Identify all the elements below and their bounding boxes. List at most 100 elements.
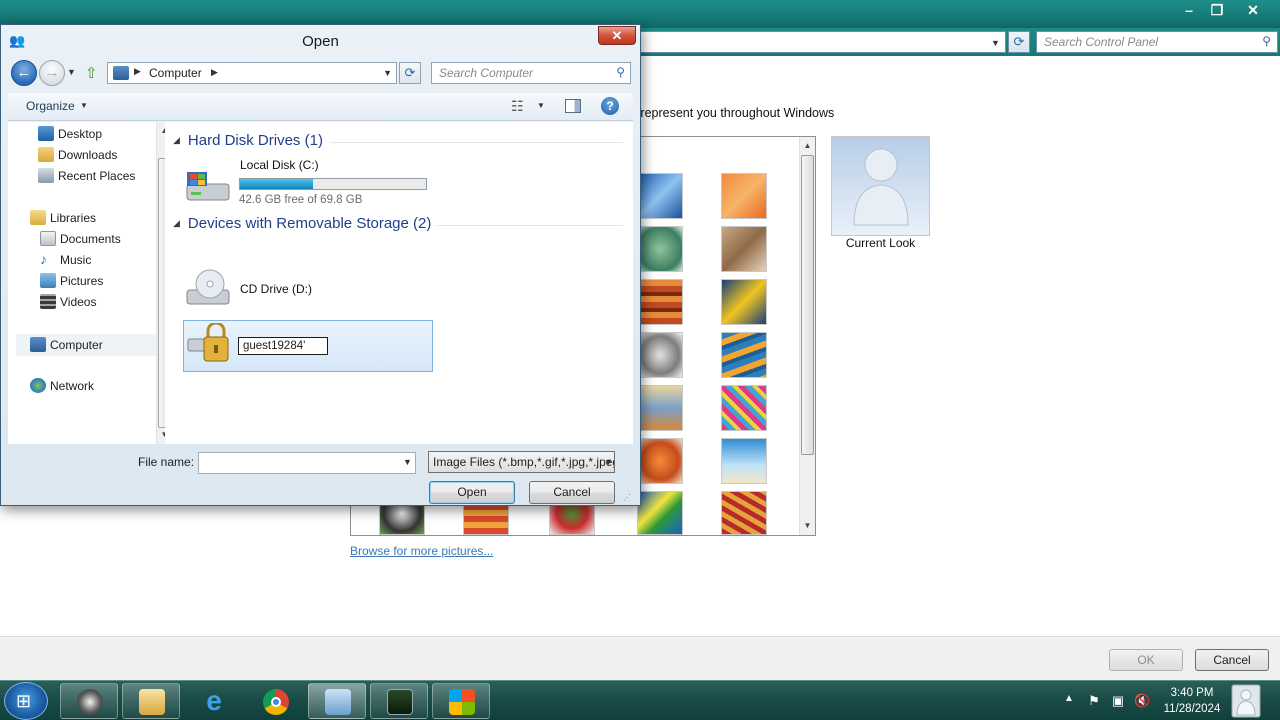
chevron-down-icon[interactable]: ▼ <box>80 101 88 110</box>
chevron-down-icon[interactable]: ▼ <box>537 101 545 110</box>
control-panel-address-box[interactable]: ▼ <box>636 31 1006 53</box>
user-avatar-icon <box>1231 684 1261 718</box>
clock-date: 11/28/2024 <box>1163 703 1221 715</box>
usb-drive-item[interactable]: guest19284' <box>183 320 433 372</box>
control-panel-search-input[interactable]: Search Control Panel ⚲ <box>1036 31 1278 53</box>
recent-locations-chevron-icon[interactable]: ▼ <box>67 67 76 77</box>
picture-thumbnail[interactable] <box>721 385 767 431</box>
dialog-navigation-bar: ← → ▼ ⇧ ▶ Computer ▶ ▼ ⟳ Search Computer… <box>9 59 633 87</box>
taskbar-app-windows[interactable] <box>432 683 490 719</box>
gallery-scrollbar-thumb[interactable] <box>801 155 814 455</box>
cancel-button[interactable]: Cancel <box>1195 649 1269 671</box>
dialog-titlebar[interactable]: 👥 Open ✕ <box>1 25 640 55</box>
search-computer-input[interactable]: Search Computer ⚲ <box>431 62 631 84</box>
picture-thumbnail[interactable] <box>721 438 767 484</box>
maximize-button[interactable]: ❐ <box>1202 0 1232 20</box>
up-folder-icon[interactable]: ⇧ <box>85 64 103 82</box>
change-view-icon[interactable]: ☷ <box>511 98 524 115</box>
search-icon[interactable]: ⚲ <box>616 65 625 79</box>
disk-usage-fill <box>240 179 313 189</box>
file-type-select[interactable]: Image Files (*.bmp,*.gif,*.jpg,*.jpeg,*.… <box>428 451 615 473</box>
picture-thumbnail[interactable] <box>637 438 683 484</box>
collapse-arrow-icon[interactable]: ◢ <box>173 135 180 145</box>
minimize-button[interactable]: – <box>1174 0 1204 20</box>
picture-thumbnail[interactable] <box>721 279 767 325</box>
picture-thumbnail[interactable] <box>637 279 683 325</box>
collapse-arrow-icon[interactable]: ◢ <box>173 218 180 228</box>
action-center-flag-icon[interactable]: ⚑ <box>1086 693 1102 709</box>
show-hidden-icons-icon[interactable]: ▲ <box>1064 693 1074 704</box>
start-button[interactable]: ⊞ <box>4 682 48 720</box>
forward-button[interactable]: → <box>39 60 65 86</box>
cd-drive-item[interactable]: CD Drive (D:) <box>183 268 433 314</box>
breadcrumb-arrow-icon[interactable]: ▶ <box>134 66 141 77</box>
taskbar-clock[interactable]: 3:40 PM 11/28/2024 <box>1156 685 1228 717</box>
nav-item-label: Desktop <box>58 127 103 141</box>
picture-thumbnail[interactable] <box>637 491 683 535</box>
group-header-removable-storage[interactable]: ◢ Devices with Removable Storage (2) <box>173 215 431 232</box>
taskbar-app-control-panel[interactable] <box>308 683 366 719</box>
picture-thumbnail[interactable] <box>721 332 767 378</box>
refresh-icon[interactable]: ⟳ <box>1008 31 1030 53</box>
picture-thumbnail[interactable] <box>637 226 683 272</box>
group-header-label: Hard Disk Drives (1) <box>187 132 323 149</box>
file-name-history-chevron-icon[interactable]: ▼ <box>403 457 412 467</box>
gallery-scrollbar[interactable]: ▲ ▼ <box>799 137 815 535</box>
network-tray-icon[interactable]: ▣ <box>1110 693 1126 709</box>
taskbar-app-raccoon[interactable] <box>60 683 118 719</box>
picture-description-text: d represent you throughout Windows <box>630 106 835 120</box>
help-icon[interactable]: ? <box>601 97 619 115</box>
browse-more-pictures-link[interactable]: Browse for more pictures... <box>350 544 493 558</box>
taskbar-app-chrome[interactable] <box>246 683 304 719</box>
cd-drive-name: CD Drive (D:) <box>240 282 312 296</box>
group-header-hard-disk-drives[interactable]: ◢ Hard Disk Drives (1) <box>173 132 323 149</box>
address-history-chevron-icon[interactable]: ▼ <box>383 68 392 78</box>
nav-item-computer[interactable]: Computer <box>16 334 156 356</box>
cancel-button[interactable]: Cancel <box>529 481 615 504</box>
picture-thumbnail[interactable] <box>637 332 683 378</box>
search-icon[interactable]: ⚲ <box>1262 34 1271 48</box>
organize-button[interactable]: Organize <box>26 99 75 113</box>
picture-thumbnail[interactable] <box>721 491 767 535</box>
chevron-down-icon[interactable]: ▼ <box>604 457 613 467</box>
address-bar[interactable]: ▶ Computer ▶ ▼ <box>107 62 397 84</box>
user-avatar-button[interactable] <box>1230 683 1262 719</box>
refresh-icon[interactable]: ⟳ <box>399 62 421 84</box>
nav-item-label: Network <box>50 379 95 393</box>
close-button[interactable]: ✕ <box>1238 0 1268 20</box>
preview-pane-icon[interactable] <box>565 99 581 113</box>
nav-item-label: Libraries <box>50 211 97 225</box>
current-user-picture <box>831 136 930 236</box>
chevron-down-icon[interactable]: ▼ <box>991 38 1000 48</box>
taskbar: ⊞ e ▲ ⚑ ▣ 🔇 3:40 PM 11/28/2024 <box>0 680 1280 720</box>
hard-drive-icon <box>186 172 230 201</box>
scroll-down-icon[interactable]: ▼ <box>800 521 815 530</box>
picture-thumbnail[interactable] <box>721 173 767 219</box>
nav-item-label: Documents <box>60 232 121 246</box>
dialog-bottom-bar: File name: ▼ Image Files (*.bmp,*.gif,*.… <box>8 445 633 507</box>
navigation-pane: Desktop Downloads Recent Places Librarie… <box>8 122 172 444</box>
taskbar-app-task-manager[interactable] <box>370 683 428 719</box>
breadcrumb-arrow-icon[interactable]: ▶ <box>211 67 218 78</box>
taskbar-app-explorer[interactable] <box>122 683 180 719</box>
volume-muted-icon[interactable]: 🔇 <box>1134 693 1150 709</box>
nav-item-libraries[interactable]: Libraries <box>30 208 170 228</box>
open-button[interactable]: Open <box>429 481 515 504</box>
file-name-input[interactable] <box>198 452 416 474</box>
ok-button[interactable]: OK <box>1109 649 1183 671</box>
breadcrumb-computer[interactable]: Computer <box>149 66 202 80</box>
picture-thumbnail[interactable] <box>637 173 683 219</box>
rename-drive-input[interactable]: guest19284' <box>238 337 328 355</box>
search-placeholder: Search Control Panel <box>1044 35 1159 49</box>
local-disk-item[interactable]: Local Disk (C:) 42.6 GB free of 69.8 GB <box>183 158 473 214</box>
picture-thumbnail[interactable] <box>637 385 683 431</box>
dialog-close-button[interactable]: ✕ <box>598 26 636 45</box>
picture-thumbnail[interactable] <box>721 226 767 272</box>
resize-grip-icon[interactable]: ⋰ <box>623 493 631 502</box>
nav-item-network[interactable]: Network <box>30 376 170 396</box>
back-button[interactable]: ← <box>11 60 37 86</box>
computer-icon <box>113 66 129 80</box>
documents-icon <box>40 231 56 246</box>
scroll-up-icon[interactable]: ▲ <box>800 141 815 150</box>
taskbar-app-internet-explorer[interactable]: e <box>184 683 242 719</box>
